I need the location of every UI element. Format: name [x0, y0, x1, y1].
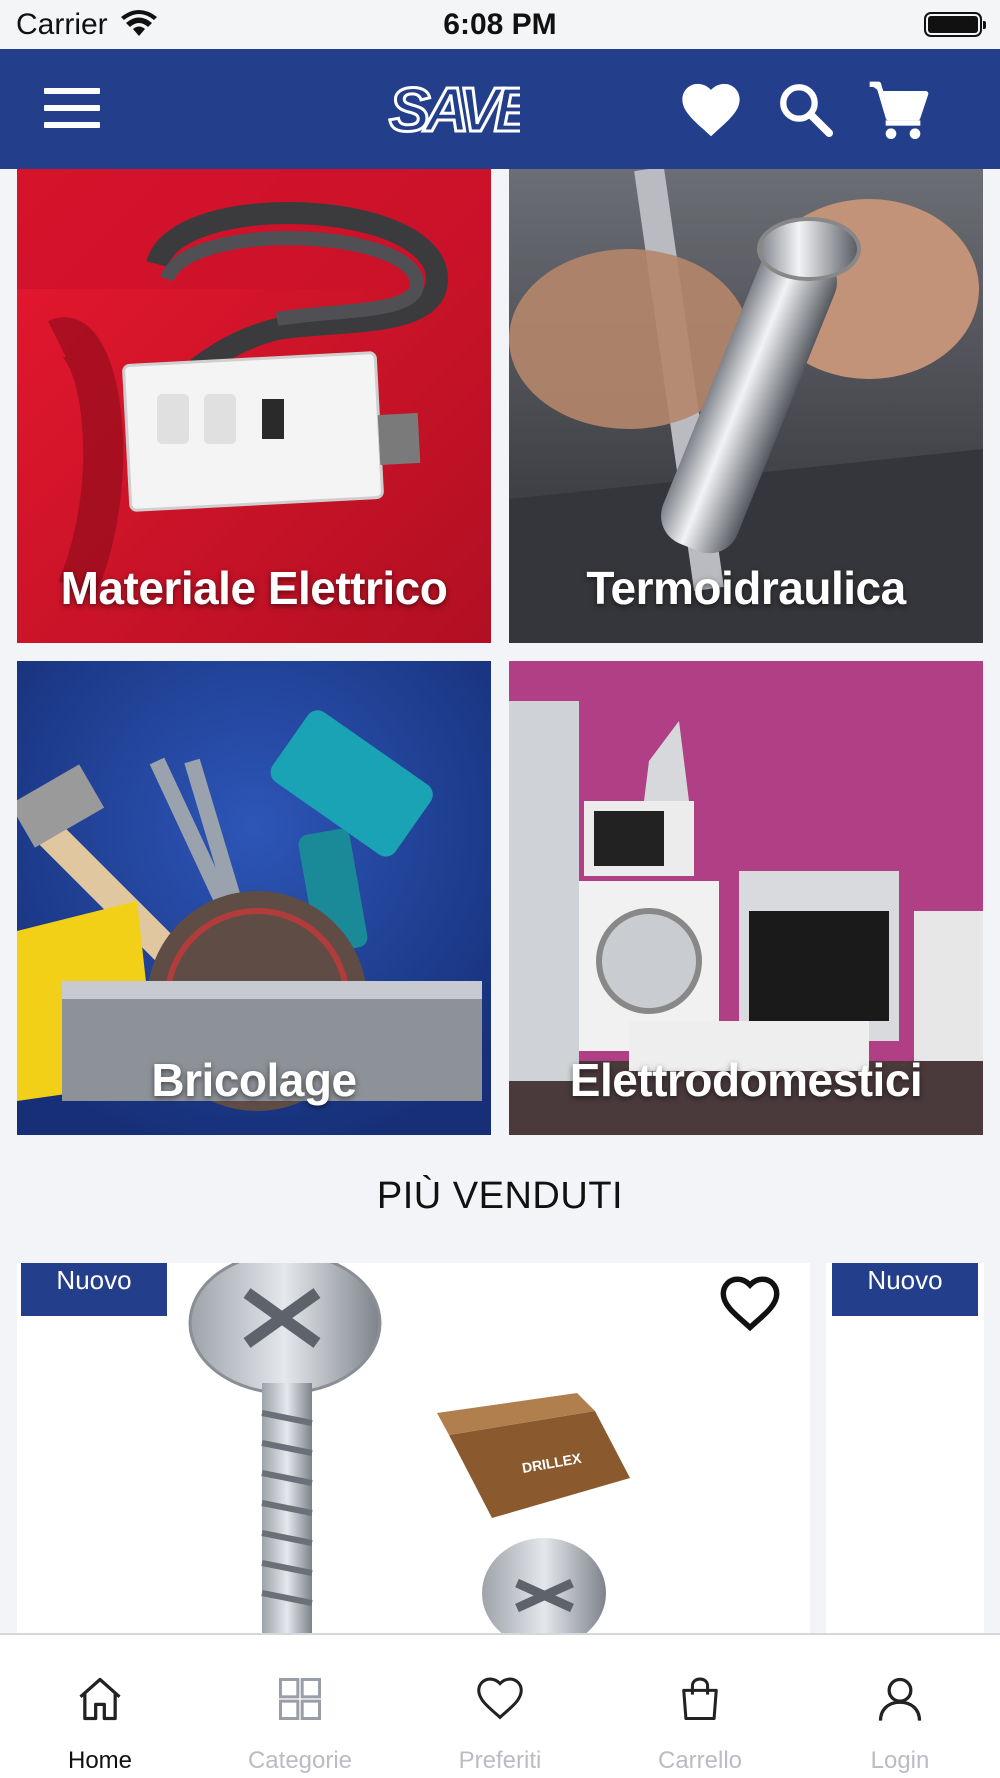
product-card[interactable]: Nuovo: [826, 1263, 984, 1633]
menu-icon[interactable]: [44, 88, 100, 128]
tab-categorie[interactable]: Categorie: [200, 1635, 400, 1778]
heart-icon[interactable]: [678, 79, 744, 139]
category-tile-materiale-elettrico[interactable]: Materiale Elettrico: [17, 169, 491, 643]
app-header: SAVE: [0, 49, 1000, 169]
category-tile-termoidraulica[interactable]: Termoidraulica: [509, 169, 983, 643]
category-label: Elettrodomestici: [569, 1054, 923, 1106]
category-tile-bricolage[interactable]: Bricolage: [17, 661, 491, 1135]
clock: 6:08 PM: [443, 8, 557, 41]
new-badge: Nuovo: [21, 1263, 167, 1316]
heart-outline-icon: [477, 1677, 523, 1720]
tab-label: Categorie: [247, 1747, 353, 1774]
screw-product-image: DRILLEX: [188, 1263, 630, 1633]
tab-preferiti[interactable]: Preferiti: [400, 1635, 600, 1778]
status-bar: Carrier 6:08 PM: [0, 0, 1000, 49]
tab-home[interactable]: Home: [0, 1635, 200, 1778]
tab-label: Home: [67, 1747, 133, 1774]
svg-text:SAVE: SAVE: [389, 76, 520, 143]
save-logo[interactable]: SAVE: [385, 75, 521, 143]
best-sellers-title: PIÙ VENDUTI: [376, 1175, 624, 1217]
heart-outline-icon[interactable]: [717, 1273, 783, 1333]
battery-icon: [924, 12, 986, 37]
grid-icon: [278, 1677, 322, 1721]
user-icon: [878, 1677, 922, 1721]
tab-carrello[interactable]: Carrello: [600, 1635, 800, 1778]
category-label: Bricolage: [151, 1054, 357, 1106]
category-label: Termoidraulica: [586, 562, 906, 614]
tab-label: Login: [870, 1747, 930, 1774]
product-card[interactable]: DRILLEX Nuovo: [17, 1263, 810, 1633]
new-badge: Nuovo: [832, 1263, 978, 1316]
tab-label: Carrello: [657, 1747, 743, 1774]
home-icon: [79, 1677, 121, 1721]
bag-icon: [682, 1677, 718, 1721]
cart-icon[interactable]: [866, 79, 932, 143]
category-tile-elettrodomestici[interactable]: Elettrodomestici: [509, 661, 983, 1135]
bottom-tab-bar: Home Categorie Preferiti Carrello Login: [0, 1633, 1000, 1778]
category-label: Materiale Elettrico: [60, 562, 448, 614]
tab-login[interactable]: Login: [800, 1635, 1000, 1778]
search-icon[interactable]: [776, 79, 834, 139]
tab-label: Preferiti: [458, 1747, 542, 1774]
